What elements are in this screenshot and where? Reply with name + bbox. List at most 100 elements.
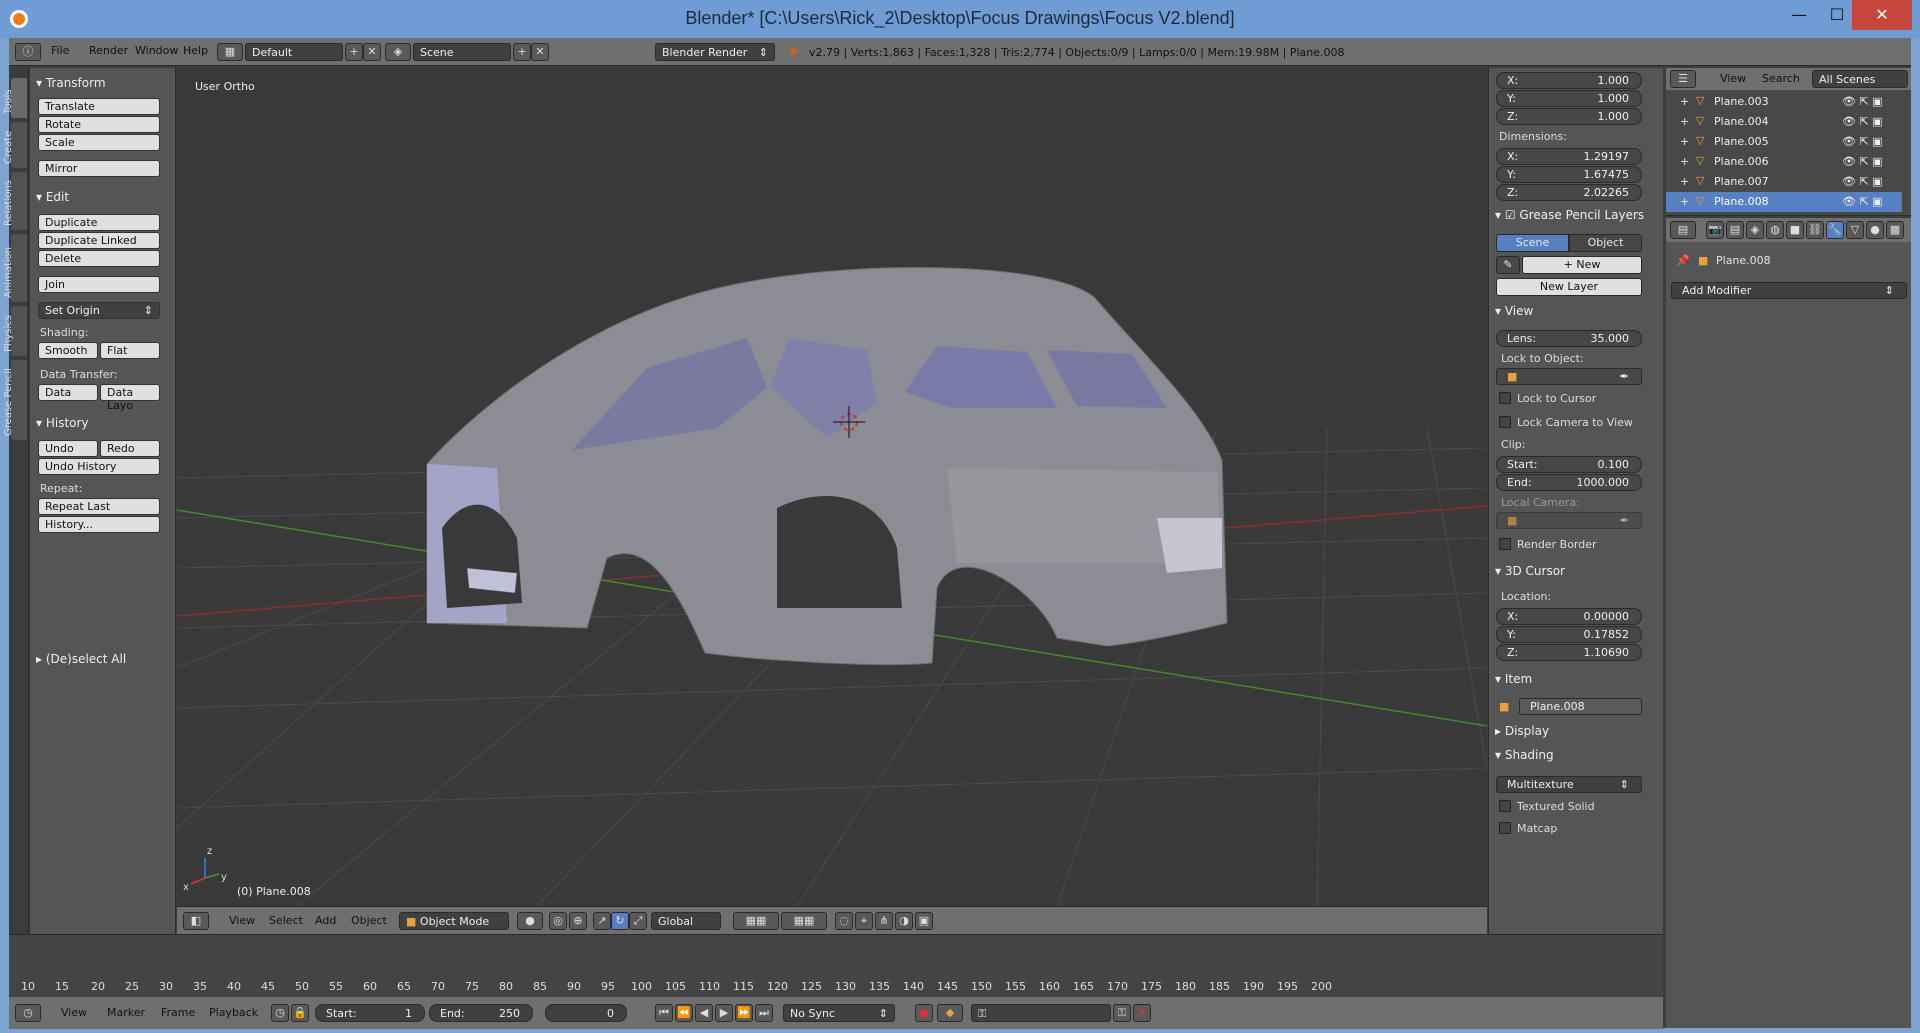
tab-tools[interactable]: Tools	[3, 78, 27, 118]
render-border-checkbox[interactable]	[1499, 538, 1511, 550]
outliner-menu-search[interactable]: Search	[1762, 72, 1800, 85]
gp-scene-toggle[interactable]: Scene	[1496, 234, 1569, 252]
jump-end-icon[interactable]: ⏭	[755, 1004, 773, 1022]
rotate-button[interactable]: Rotate	[38, 116, 160, 133]
visibility-icon[interactable]: 👁 ⇱ ▣	[1842, 175, 1883, 188]
close-button[interactable]: ✕	[1852, 0, 1912, 30]
viewport-shading-icon[interactable]: ●	[517, 912, 543, 930]
visibility-icon[interactable]: 👁 ⇱ ▣	[1842, 155, 1883, 168]
panel-view[interactable]: ▾ View	[1495, 304, 1533, 318]
timeline-ruler[interactable]: 10 15 20 25 30 35 40 45 50 55 60 65 70 7…	[9, 935, 1663, 997]
properties-editor-icon[interactable]: ▤	[1670, 221, 1696, 239]
layout-field[interactable]: Default	[245, 43, 343, 61]
lock-to-cursor-checkbox[interactable]	[1499, 392, 1511, 404]
layers-tab-icon[interactable]: ▤	[1726, 221, 1744, 239]
menu-add[interactable]: Add	[315, 914, 336, 927]
eyedropper-icon[interactable]: ✒	[1620, 514, 1629, 527]
timeline-menu-playback[interactable]: Playback	[209, 1006, 258, 1019]
duplicate-linked-button[interactable]: Duplicate Linked	[38, 232, 160, 249]
undo-history-button[interactable]: Undo History	[38, 458, 160, 475]
flat-button[interactable]: Flat	[100, 342, 160, 359]
menu-window[interactable]: Window	[135, 44, 178, 57]
pin-icon[interactable]: 📌	[1676, 254, 1690, 267]
keying-icon[interactable]: ◆	[937, 1004, 963, 1022]
modifiers-tab-icon[interactable]: 🔧	[1826, 221, 1844, 239]
expand-icon[interactable]: +	[1680, 175, 1689, 188]
preview-range-icon[interactable]: ◷	[271, 1004, 289, 1022]
render-engine-dropdown[interactable]: Blender Render ⇕	[655, 43, 775, 61]
panel-shading[interactable]: ▾ Shading	[1495, 748, 1554, 762]
current-frame-field[interactable]: 0	[545, 1004, 627, 1022]
outliner-scene-filter[interactable]: All Scenes	[1812, 70, 1908, 88]
sync-dropdown[interactable]: No Sync ⇕	[783, 1004, 895, 1022]
shading-mode-dropdown[interactable]: Multitexture ⇕	[1496, 776, 1642, 793]
gp-object-toggle[interactable]: Object	[1569, 234, 1642, 252]
panel-history[interactable]: ▾ History	[36, 416, 89, 430]
snap-icon[interactable]: ⌖	[855, 912, 873, 930]
data-layout-button[interactable]: Data Layo	[100, 384, 160, 412]
textured-solid-checkbox[interactable]	[1499, 800, 1511, 812]
history-button[interactable]: History...	[38, 516, 160, 533]
proportional-edit-icon[interactable]: ◌	[835, 912, 853, 930]
visibility-icon[interactable]: 👁 ⇱ ▣	[1842, 115, 1883, 128]
timeline-menu-view[interactable]: View	[61, 1006, 87, 1019]
cursor-z-field[interactable]: Z: 1.10690	[1496, 644, 1642, 661]
object-tab-icon[interactable]: ■	[1786, 221, 1804, 239]
gp-new-button[interactable]: + New	[1522, 256, 1642, 274]
scale-manipulator-icon[interactable]: ⤢	[629, 912, 647, 930]
panel-display[interactable]: ▸ Display	[1495, 724, 1549, 738]
orientation-dropdown[interactable]: Global	[651, 912, 721, 930]
tab-animation[interactable]: Animation	[3, 234, 27, 302]
lock-object-field[interactable]: ■ ✒	[1496, 368, 1642, 385]
add-layout-icon[interactable]: +	[345, 43, 363, 61]
pivot-icon[interactable]: ◎	[549, 912, 567, 930]
scale-y-field[interactable]: Y: 1.000	[1496, 90, 1642, 107]
render-tab-icon[interactable]: 📷	[1706, 221, 1724, 239]
visibility-icon[interactable]: 👁 ⇱ ▣	[1842, 195, 1883, 208]
expand-icon[interactable]: +	[1680, 155, 1689, 168]
add-scene-icon[interactable]: +	[513, 43, 531, 61]
outliner-row-selected[interactable]: + ▽ Plane.008 👁 ⇱ ▣	[1666, 192, 1902, 212]
visibility-icon[interactable]: 👁 ⇱ ▣	[1842, 135, 1883, 148]
translate-manipulator-icon[interactable]: ↗	[593, 912, 611, 930]
menu-render[interactable]: Render	[89, 44, 128, 57]
record-icon[interactable]: ●	[915, 1004, 933, 1022]
mode-dropdown[interactable]: ■ Object Mode	[399, 912, 509, 930]
layout-icon[interactable]: ▦	[217, 43, 243, 61]
duplicate-button[interactable]: Duplicate	[38, 214, 160, 231]
scale-button[interactable]: Scale	[38, 134, 160, 151]
panel-edit[interactable]: ▾ Edit	[36, 190, 69, 204]
editor-type-icon[interactable]: ⓘ	[15, 43, 41, 61]
menu-object[interactable]: Object	[351, 914, 387, 927]
outliner-row[interactable]: + ▽ Plane.006 👁 ⇱ ▣	[1666, 152, 1902, 172]
cursor-y-field[interactable]: Y: 0.17852	[1496, 626, 1642, 643]
manipulator-toggle-icon[interactable]: ⊕	[569, 912, 587, 930]
car-body-mesh[interactable]	[426, 266, 1228, 666]
world-tab-icon[interactable]: ◍	[1766, 221, 1784, 239]
layers-grid-icon[interactable]: ▦▦	[733, 912, 779, 930]
outliner-row[interactable]: + ▽ Plane.007 👁 ⇱ ▣	[1666, 172, 1902, 192]
scene-icon[interactable]: ◈	[385, 43, 411, 61]
editor-type-icon[interactable]: ◧	[183, 912, 209, 930]
menu-file[interactable]: File	[51, 44, 69, 57]
expand-icon[interactable]: +	[1680, 135, 1689, 148]
redo-button[interactable]: Redo	[100, 440, 160, 457]
expand-icon[interactable]: +	[1680, 195, 1689, 208]
render-preview-icon[interactable]: ◑	[895, 912, 913, 930]
scale-z-field[interactable]: Z: 1.000	[1496, 108, 1642, 125]
repeat-last-button[interactable]: Repeat Last	[38, 498, 160, 515]
menu-select[interactable]: Select	[269, 914, 303, 927]
local-camera-field[interactable]: ■ ✒	[1496, 512, 1642, 529]
cursor-x-field[interactable]: X: 0.00000	[1496, 608, 1642, 625]
add-modifier-dropdown[interactable]: Add Modifier ⇕	[1671, 282, 1907, 299]
item-name-field[interactable]: Plane.008	[1519, 698, 1642, 715]
undo-button[interactable]: Undo	[38, 440, 98, 457]
dimension-y-field[interactable]: Y: 1.67475	[1496, 166, 1642, 183]
panel-grease-pencil-layers[interactable]: ▾ ☑ Grease Pencil Layers	[1495, 208, 1644, 222]
play-icon[interactable]: ▶	[715, 1004, 733, 1022]
next-keyframe-icon[interactable]: ⏩	[735, 1004, 753, 1022]
tab-physics[interactable]: Physics	[3, 306, 27, 356]
menu-help[interactable]: Help	[183, 44, 208, 57]
delete-button[interactable]: Delete	[38, 250, 160, 267]
texture-tab-icon[interactable]: ▩	[1886, 221, 1904, 239]
